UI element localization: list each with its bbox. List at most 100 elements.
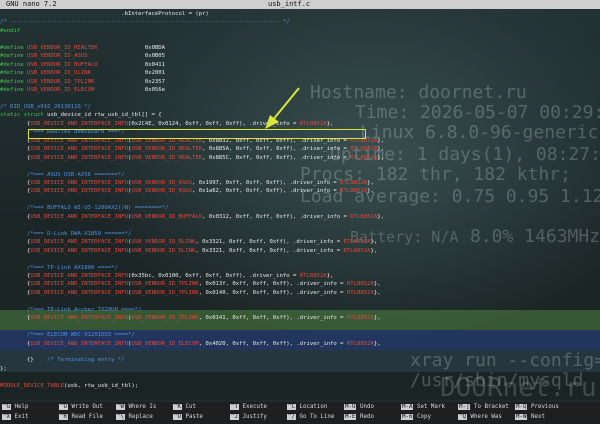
code-token: RTL8852A — [350, 213, 378, 220]
shortcut-item[interactable]: ^W Where Is — [116, 403, 156, 412]
code-token: { — [0, 340, 31, 347]
shortcut-item[interactable]: ^U Paste — [173, 413, 203, 422]
code-token: /* Terminating entry */ — [47, 357, 125, 364]
code-token: /*=== ASUS USB-AX56 =======*/ — [0, 171, 125, 178]
code-token: }, — [377, 213, 384, 220]
shortcut-item[interactable]: ^X Exit — [2, 413, 28, 422]
code-token: USB_VENDOR_ID_BUFFALO — [26, 61, 98, 68]
code-token: USB_VENDOR_ID_TPLINK — [131, 315, 199, 322]
code-token: USB_DEVICE_AND_INTERFACE_INFO — [30, 120, 128, 127]
shortcut-key: ^J — [230, 414, 239, 420]
shortcut-label: Copy — [413, 414, 431, 420]
code-token: }, — [367, 180, 374, 186]
shortcut-label: Set Mark — [413, 404, 445, 410]
shortcut-item[interactable]: ^O Write Out — [59, 403, 103, 412]
shortcut-item[interactable]: ^T Execute — [230, 403, 267, 412]
code-token: { — [0, 154, 31, 161]
code-token: /*=== TP-Link AX1800 ====*/ — [0, 264, 118, 271]
code-token: RTL8852A — [350, 146, 378, 153]
code-token: RTL8852A — [346, 289, 374, 296]
code-token: { — [0, 146, 31, 153]
shortcut-key: ^T — [230, 404, 239, 410]
shortcut-item[interactable]: M-6 Copy — [401, 413, 431, 422]
code-token: 0x0B05 — [87, 53, 166, 60]
code-token: { — [0, 315, 31, 322]
shortcut-item[interactable]: M-A Set Mark — [401, 403, 445, 412]
shortcut-item[interactable]: M-U Undo — [344, 403, 374, 412]
code-token: /*=== D-Link DWA-X1850 ======*/ — [0, 230, 132, 237]
shortcut-label: Next — [527, 414, 545, 420]
shortcut-item[interactable]: ^G Help — [2, 403, 28, 412]
code-token: USB_VENDOR_ID_ASUS — [131, 188, 192, 195]
shortcut-key: ^C — [287, 404, 296, 410]
code-token: , 0x013f, 0xff, 0xff, 0xff), .driver_inf… — [198, 281, 347, 288]
code-token: USB_DEVICE_AND_INTERFACE_INFO — [30, 146, 128, 153]
code-token: .bInterfaceProtocol = (pr) — [0, 11, 209, 17]
shortcut-label: Where Is — [124, 404, 157, 410]
code-token: USB_VENDOR_ID_REALTEK — [131, 154, 203, 161]
code-token: #define — [0, 53, 27, 60]
shortcut-item[interactable]: M-W Next — [515, 413, 545, 422]
code-token: }, — [370, 247, 378, 254]
code-token: RTL8852A — [346, 315, 374, 322]
shortcut-item[interactable]: M-] To Bracket — [458, 403, 509, 412]
code-token: }, — [377, 146, 384, 153]
code-token: USB_DEVICE_AND_INTERFACE_INFO — [30, 213, 128, 220]
shortcut-item[interactable]: ^R Read File — [59, 413, 103, 422]
code-token: USB_VENDOR_ID_DLINK — [26, 70, 91, 77]
shortcut-key: ^W — [116, 404, 125, 410]
code-token: USB_VENDOR_ID_DLINK — [131, 239, 196, 246]
code-token: MODULE_DEVICE_TABLE — [0, 382, 64, 389]
code-token: (usb, rtw_usb_id_tbl); — [64, 382, 139, 389]
code-token: 0x2001 — [90, 70, 166, 77]
highlight-box — [28, 129, 366, 139]
shortcut-key: ^G — [2, 404, 11, 410]
code-line: }; — [0, 365, 7, 374]
shortcut-item[interactable]: M-Q Previous — [515, 403, 559, 412]
shortcut-bar: ^G Help ^O Write Out ^W Where Is ^K Cut ^T E… — [0, 402, 600, 424]
code-line: /* -------------------------------------… — [0, 18, 290, 27]
code-line: #endif — [0, 27, 20, 36]
code-token: USB_DEVICE_AND_INTERFACE_INFO — [30, 188, 128, 195]
code-token: }, — [377, 154, 384, 161]
code-token: }, — [326, 272, 334, 279]
code-token: (0x35bc, 0x0100, 0xff, 0xff, 0xff), .dri… — [127, 272, 300, 279]
shortcut-item[interactable]: ^Q Where Was — [458, 413, 502, 422]
code-token: RTL8852A — [343, 239, 371, 246]
shortcut-key: ^R — [59, 414, 68, 420]
code-token: USB_DEVICE_AND_INTERFACE_INFO — [30, 289, 128, 296]
shortcut-item[interactable]: M-E Redo — [344, 413, 374, 422]
shortcut-label: Go To Line — [295, 414, 335, 420]
shortcut-label: Justify — [238, 414, 267, 420]
shortcut-item[interactable]: ^J Justify — [230, 413, 267, 422]
code-token: USB_VENDOR_ID_TPLINK — [131, 281, 199, 288]
code-token: }, — [373, 340, 381, 347]
shortcut-key: M-U — [344, 404, 357, 410]
code-token: , 0x3321, 0xff, 0xff, 0xff), .driver_inf… — [195, 239, 344, 246]
code-token: USB_VENDOR_ID_ELECOM — [131, 340, 199, 347]
shortcut-label: Redo — [356, 414, 374, 420]
code-line: {USB_DEVICE_AND_INTERFACE_INFO(USB_VENDO… — [0, 187, 374, 196]
code-token: #define — [0, 70, 27, 77]
code-token: , 0x0140, 0xff, 0xff, 0xff), .driver_inf… — [198, 289, 347, 296]
shortcut-key: M-A — [401, 404, 414, 410]
code-token: USB_DEVICE_AND_INTERFACE_INFO — [30, 154, 128, 161]
shortcut-key: ^U — [173, 414, 182, 420]
code-token: { — [0, 272, 31, 279]
code-token: USB_VENDOR_ID_ELECOM — [26, 87, 95, 94]
shortcut-label: Write Out — [67, 404, 103, 410]
shortcut-item[interactable]: ^K Cut — [173, 403, 196, 412]
shortcut-item[interactable]: ^/ Go To Line — [287, 413, 334, 422]
shortcut-label: Replace — [124, 414, 153, 420]
shortcut-key: M-W — [515, 414, 528, 420]
shortcut-label: Where Was — [466, 414, 502, 420]
shortcut-label: Location — [295, 404, 328, 410]
shortcut-item[interactable]: ^C Location — [287, 403, 327, 412]
shortcut-item[interactable]: ^\ Replace — [116, 413, 153, 422]
code-token: 0x2357 — [94, 78, 166, 85]
shortcut-key: ^K — [173, 404, 182, 410]
code-token: USB_DEVICE_AND_INTERFACE_INFO — [30, 180, 128, 186]
shortcut-label: Previous — [527, 404, 559, 410]
shortcut-label: Help — [10, 404, 29, 410]
code-token: /*=== TP-Link Archer TX20UH ====*/ — [0, 306, 142, 313]
